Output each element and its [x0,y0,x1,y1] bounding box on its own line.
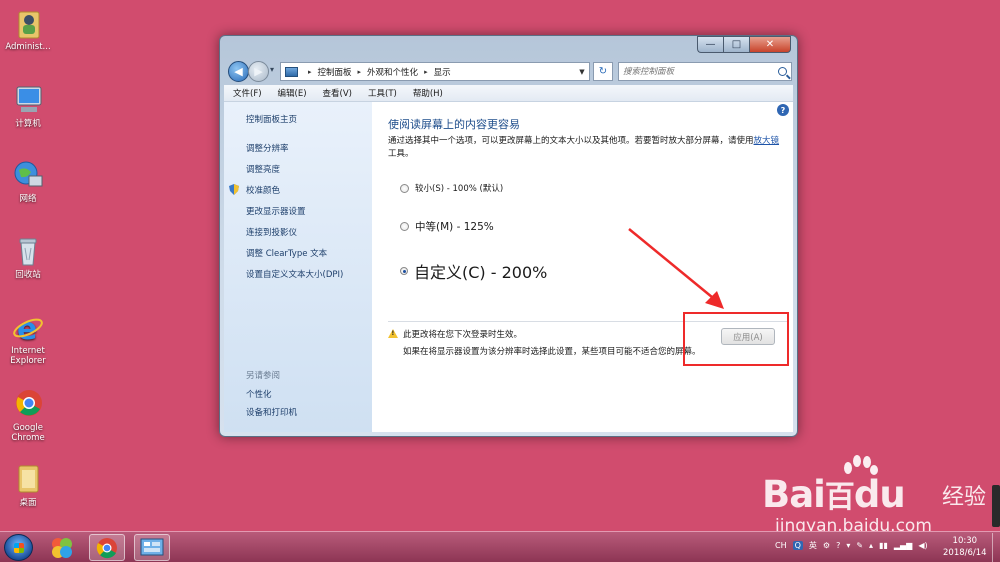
ime-mode[interactable]: 英 [809,540,817,551]
clock-date: 2018/6/14 [943,548,987,558]
system-tray: CH Q 英 ⚙ ? ▾ ✎ ▴ ▮▮ ▂▄▆ ◀) [775,540,934,551]
side-handle[interactable] [992,485,1000,527]
watermark-jingyan: 经验 [942,485,987,510]
taskbar-app-control-panel[interactable] [134,534,170,561]
clock-time: 10:30 [952,536,978,546]
language-indicator[interactable]: CH [775,541,787,550]
pinwheel-app-icon [52,537,72,558]
tray-expand-icon[interactable]: ▴ [869,541,873,550]
volume-icon[interactable]: ◀) [918,541,927,550]
chrome-icon [96,537,117,558]
ime-settings-icon[interactable]: ⚙ [823,541,830,550]
tray-pen-icon[interactable]: ✎ [856,541,863,550]
taskbar-app-pinwheel[interactable] [44,534,80,561]
start-button[interactable] [4,534,33,561]
taskbar: CH Q 英 ⚙ ? ▾ ✎ ▴ ▮▮ ▂▄▆ ◀) 10:30 2018/6/… [0,531,1000,562]
clock[interactable]: 10:30 2018/6/14 [943,535,987,559]
taskbar-app-chrome[interactable] [89,534,125,561]
annotation-highlight-box [683,312,789,366]
signal-icon[interactable]: ▂▄▆ [894,541,912,550]
tray-dropdown-icon[interactable]: ▾ [846,541,850,550]
watermark-brand: Bai百du [762,473,906,516]
help-icon[interactable]: ? [836,541,840,550]
control-panel-icon [140,538,164,555]
show-desktop-button[interactable] [992,533,1000,562]
ime-q-icon[interactable]: Q [792,541,803,550]
network-status-icon[interactable]: ▮▮ [879,541,888,550]
